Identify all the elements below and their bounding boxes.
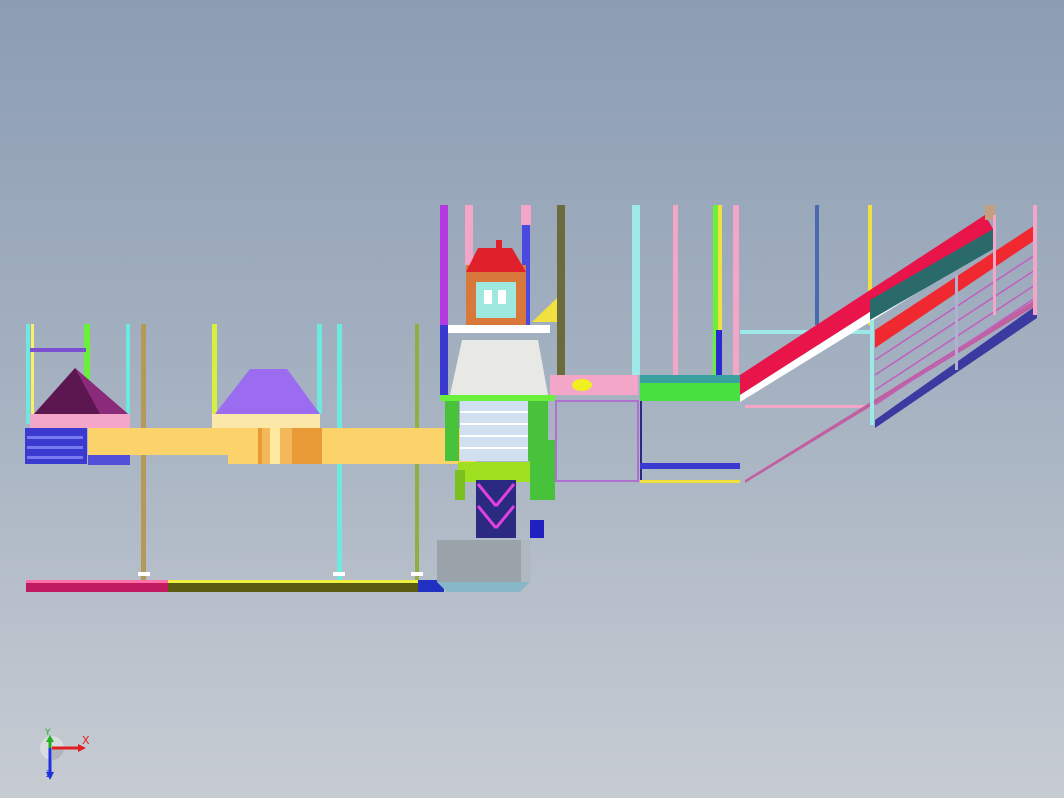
coordinate-triad: X Y Z xyxy=(30,728,110,788)
z-axis-label: Z xyxy=(46,770,53,780)
y-axis-label: Y xyxy=(45,728,51,738)
central-tower xyxy=(437,205,565,592)
middle-hopper xyxy=(212,369,320,428)
x-axis-label: X xyxy=(82,734,90,747)
machine-assembly-model[interactable] xyxy=(0,0,1064,798)
axis-triad-icon xyxy=(40,735,86,780)
yellow-beam xyxy=(88,428,476,464)
cad-viewport[interactable]: X Y Z xyxy=(0,0,1064,798)
bottom-rail xyxy=(26,572,444,592)
inclined-conveyor xyxy=(740,205,1037,483)
